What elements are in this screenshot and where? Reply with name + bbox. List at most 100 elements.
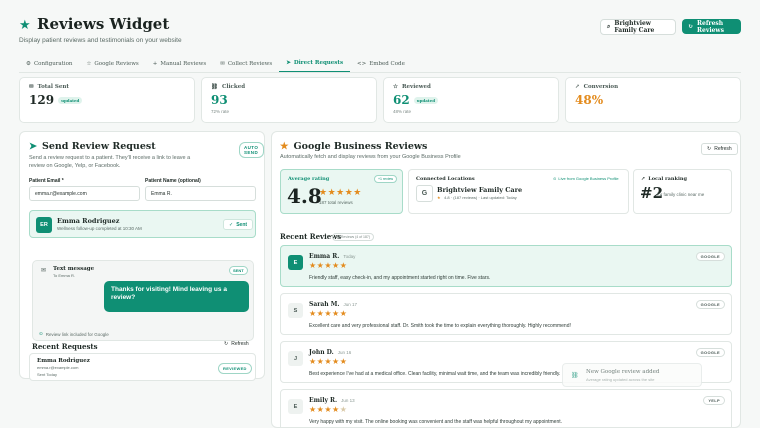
name-field[interactable]: Emma R.	[145, 186, 256, 201]
stat-value: 129	[29, 93, 55, 107]
review-stars: ★★★★★	[309, 357, 348, 366]
panel-title-text: Google Business Reviews	[293, 141, 428, 152]
recent-requests-refresh[interactable]: ↻ Refresh	[224, 341, 249, 347]
mail-icon: ✉	[220, 60, 225, 67]
stat-label: Reviewed	[401, 84, 431, 90]
review-date: Jun 17	[343, 302, 357, 307]
tab-configuration[interactable]: ⚙ Configuration	[19, 55, 79, 72]
tab-label: Manual Reviews	[160, 60, 207, 67]
live-label: Live from Google Business Profile	[558, 176, 619, 181]
review-avatar: J	[288, 351, 303, 366]
stat-badge: updated	[58, 96, 83, 104]
plus-icon: +	[152, 60, 158, 67]
live-indicator: ⊙ Live from Google Business Profile	[553, 176, 619, 181]
new-review-toast[interactable]: ⛓ New Google review added Average rating…	[562, 363, 702, 387]
review-card[interactable]: E Emma R. Today ★★★★★ Friendly staff, eas…	[280, 245, 732, 287]
stat-value: 93	[211, 93, 228, 107]
refresh-reviews-button[interactable]: ↻ Refresh Reviews	[682, 19, 741, 34]
review-stars: ★★★★★	[309, 261, 348, 270]
review-text: Friendly staff, easy check-in, and my ap…	[309, 275, 491, 281]
page-header: ★ Reviews Widget Display patient reviews…	[0, 0, 760, 52]
tab-label: Embed Code	[369, 60, 405, 67]
review-author: Emma R. Today	[309, 253, 355, 260]
refresh-label: Refresh	[714, 146, 732, 152]
preview-footer: ⊙ Review link included for Google	[39, 331, 109, 337]
review-source-badge: YELP	[703, 396, 725, 405]
selected-patient-card[interactable]: ER Emma Rodriguez Wellness follow-up com…	[29, 210, 256, 238]
tab-collect-reviews[interactable]: ✉ Collect Reviews	[213, 55, 279, 72]
send-icon: ➤	[286, 60, 291, 66]
page-subtitle: Display patient reviews and testimonials…	[19, 37, 182, 44]
star-logo-icon: ★	[19, 18, 31, 33]
avatar: ER	[36, 217, 52, 233]
sent-status-label: Sent	[236, 221, 248, 228]
tab-embed-code[interactable]: <> Embed Code	[350, 55, 412, 72]
review-avatar: S	[288, 303, 303, 318]
message-bubble: Thanks for visiting! Mind leaving us a r…	[104, 281, 249, 312]
tab-direct-requests[interactable]: ➤ Direct Requests	[279, 55, 351, 72]
review-author-name: Emma R.	[309, 253, 340, 260]
refresh-label: Refresh	[231, 341, 249, 347]
stat-sub: 48% rate	[393, 109, 412, 114]
preview-footer-text: Review link included for Google	[45, 331, 109, 337]
local-ranking-card: ↗ Local ranking #2 for family clinic nea…	[633, 169, 732, 214]
connected-locations-card: Connected Locations ⊙ Live from Google B…	[408, 169, 629, 214]
email-label: Patient Email *	[29, 178, 64, 184]
review-source-badge: GOOGLE	[695, 348, 725, 357]
average-rating-card: Average rating +1 review 4.8 ★★★★★ 187 t…	[280, 169, 403, 214]
total-reviews: 187 total reviews	[319, 200, 353, 205]
mail-icon: ✉	[29, 84, 34, 90]
review-date: Today	[343, 254, 356, 259]
google-refresh-button[interactable]: ↻ Refresh	[701, 143, 738, 155]
stat-value: 48%	[575, 93, 604, 107]
stat-label: Clicked	[221, 84, 246, 90]
review-author: Emily R. Jun 13	[309, 397, 355, 404]
review-author: John D. Jun 16	[309, 349, 351, 356]
link-icon: ⛓	[211, 84, 218, 90]
toast-title: New Google review added	[586, 369, 660, 375]
star-icon: ★	[437, 195, 442, 200]
gear-icon: ⚙	[26, 60, 31, 67]
location-meta-text: 4.8 · (187 reviews) · Last updated: Toda…	[444, 195, 517, 200]
trend-up-icon: ↗	[641, 176, 646, 182]
panel-title: ➤ Send Review Request	[29, 141, 156, 152]
recent-request-row[interactable]: Emma Rodriguez emma.r@example.com Sent T…	[29, 353, 256, 381]
review-stars: ★★★★★	[309, 405, 347, 414]
review-card[interactable]: S Sarah M. Jun 17 ★★★★★ Excellent care an…	[280, 293, 732, 335]
location-button[interactable]: ⌕ Brightview Family Care	[600, 19, 676, 35]
review-author: Sarah M. Jun 17	[309, 301, 357, 308]
check-icon: ✓	[229, 221, 234, 228]
email-field[interactable]: emma.r@example.com	[29, 186, 140, 201]
location-button-label: Brightview Family Care	[614, 20, 655, 34]
stat-card-clicked: ⛓ Clicked 93 72% rate	[201, 77, 377, 123]
refresh-icon: ↻	[707, 146, 712, 152]
tab-google-reviews[interactable]: ☆ Google Reviews	[79, 55, 145, 72]
refresh-icon: ↻	[224, 341, 229, 347]
stat-label: Conversion	[583, 84, 619, 90]
code-icon: <>	[357, 60, 367, 67]
star-icon: ☆	[86, 60, 92, 67]
link-icon: ⛓	[571, 372, 579, 379]
reviewed-badge: REVIEWED	[218, 363, 252, 374]
google-logo-icon: G	[416, 185, 433, 202]
send-review-request-panel: ➤ Send Review Request AUTO SEND Send a r…	[19, 131, 265, 381]
tab-label: Direct Requests	[293, 60, 344, 66]
toast-body: Average rating updated across the site	[586, 377, 655, 382]
stat-card-reviewed: ☆ Reviewed 62 updated 48% rate	[383, 77, 559, 123]
preview-recipient: To Emma R.	[53, 273, 76, 278]
average-rating-stars: ★★★★★	[319, 188, 362, 198]
stat-card-total-sent: ✉ Total Sent 129 updated	[19, 77, 195, 123]
trend-up-icon: ↗	[575, 84, 580, 90]
review-text: Very happy with my visit. The online boo…	[309, 419, 563, 425]
stat-value: 62	[393, 93, 410, 107]
panel-subtitle: Automatically fetch and display reviews …	[280, 154, 461, 160]
review-card[interactable]: E Emily R. Jun 13 ★★★★★ Very happy with m…	[280, 389, 732, 427]
review-source-badge: GOOGLE	[695, 300, 725, 309]
connected-locations-label: Connected Locations	[416, 176, 475, 182]
tab-bar: ⚙ Configuration ☆ Google Reviews + Manual R…	[19, 55, 741, 73]
review-author-name: Emily R.	[309, 397, 338, 404]
tab-manual-reviews[interactable]: + Manual Reviews	[146, 55, 213, 72]
average-rating-value: 4.8	[287, 184, 322, 208]
stat-label: Total Sent	[37, 84, 69, 90]
send-icon: ➤	[29, 141, 37, 152]
